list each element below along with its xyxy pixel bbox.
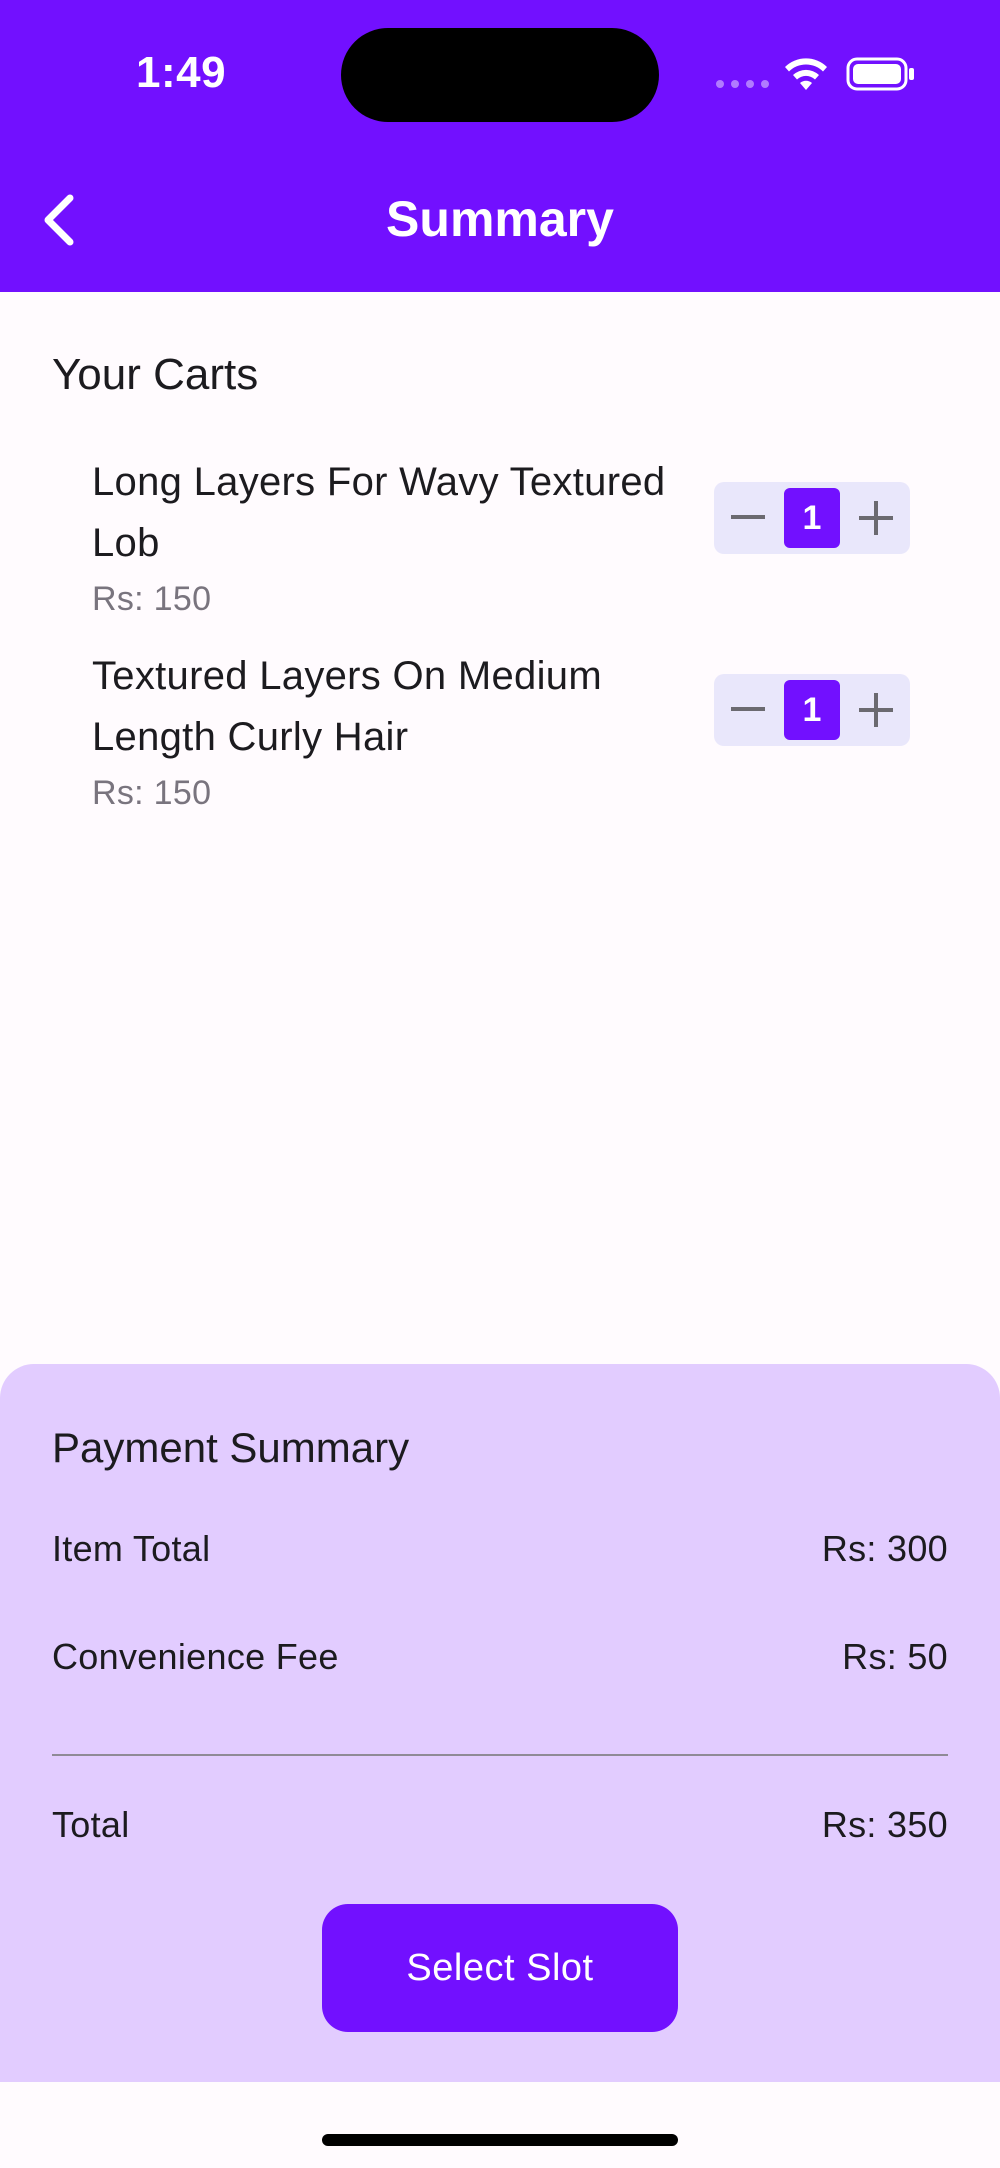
quantity-stepper: 1 bbox=[714, 482, 910, 554]
app-header: 1:49 Summary bbox=[0, 0, 1000, 292]
convenience-fee-value: Rs: 50 bbox=[842, 1636, 948, 1677]
item-total-row: Item Total Rs: 300 bbox=[52, 1528, 948, 1570]
cart-item-price: Rs: 150 bbox=[92, 580, 212, 618]
convenience-fee-row: Convenience Fee Rs: 50 bbox=[52, 1636, 948, 1678]
select-slot-button[interactable]: Select Slot bbox=[322, 1904, 678, 2032]
dynamic-island bbox=[341, 28, 659, 122]
cart-item: Long Layers For Wavy Textured Lob Rs: 15… bbox=[92, 452, 972, 619]
convenience-fee-label: Convenience Fee bbox=[52, 1636, 339, 1677]
minus-icon bbox=[731, 515, 765, 519]
divider bbox=[52, 1754, 948, 1756]
cellular-signal-icon bbox=[716, 80, 769, 88]
plus-icon bbox=[859, 501, 893, 535]
increase-quantity-button[interactable] bbox=[846, 482, 906, 554]
status-time: 1:49 bbox=[136, 48, 227, 97]
minus-icon bbox=[731, 707, 765, 711]
battery-icon bbox=[846, 57, 914, 91]
page-title: Summary bbox=[386, 191, 614, 247]
cart-item-price: Rs: 150 bbox=[92, 774, 212, 812]
quantity-value: 1 bbox=[784, 488, 840, 548]
decrease-quantity-button[interactable] bbox=[718, 674, 778, 746]
payment-summary-panel: Payment Summary Item Total Rs: 300 Conve… bbox=[0, 1364, 1000, 2082]
cart-item-name: Long Layers For Wavy Textured Lob bbox=[92, 460, 666, 565]
increase-quantity-button[interactable] bbox=[846, 674, 906, 746]
total-row: Total Rs: 350 bbox=[52, 1804, 948, 1846]
cart-item: Textured Layers On Medium Length Curly H… bbox=[92, 646, 972, 813]
cart-section-title: Your Carts bbox=[52, 350, 259, 399]
plus-icon bbox=[859, 693, 893, 727]
decrease-quantity-button[interactable] bbox=[718, 482, 778, 554]
wifi-icon bbox=[785, 58, 827, 90]
quantity-stepper: 1 bbox=[714, 674, 910, 746]
item-total-label: Item Total bbox=[52, 1528, 211, 1569]
item-total-value: Rs: 300 bbox=[821, 1528, 948, 1569]
home-indicator bbox=[322, 2134, 678, 2146]
total-label: Total bbox=[52, 1804, 130, 1845]
total-value: Rs: 350 bbox=[821, 1804, 948, 1845]
payment-summary-title: Payment Summary bbox=[52, 1424, 410, 1471]
quantity-value: 1 bbox=[784, 680, 840, 740]
cart-item-name: Textured Layers On Medium Length Curly H… bbox=[92, 654, 602, 759]
